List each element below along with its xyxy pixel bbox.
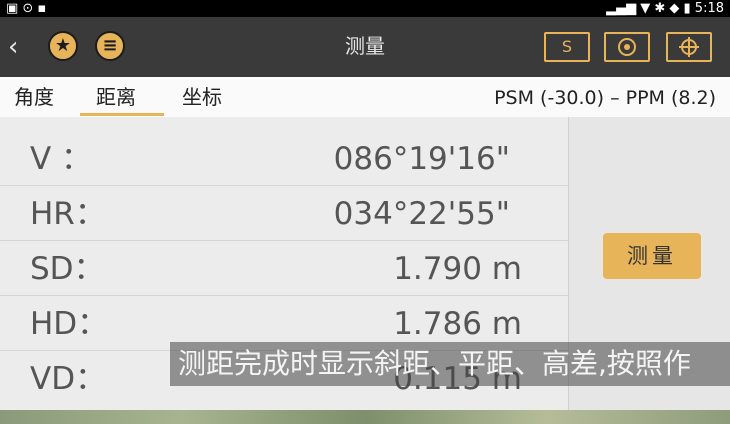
row-hr: HR： 034°22'55" (0, 186, 568, 241)
row-v: V ： 086°19'16" (0, 131, 568, 186)
tab-bar: 角度 距离 坐标 PSM (-30.0) – PPM (8.2) (0, 77, 730, 117)
label-sd: SD： (30, 251, 105, 287)
status-icons-left: ▣ ⊙ ▪ (6, 1, 47, 16)
active-tab-indicator (80, 113, 164, 116)
row-sd: SD： 1.790 m (0, 241, 568, 296)
label-hr: HR： (30, 196, 106, 232)
clock: 5:18 (694, 1, 724, 16)
bottom-background-strip (0, 410, 730, 424)
status-bar: ▣ ⊙ ▪ ▂▄▆ ▼ ✱ ◆ ▮ 5:18 (0, 0, 730, 17)
measure-button[interactable]: 测量 (603, 233, 701, 279)
value-hr: 034°22'55" (333, 196, 510, 232)
label-vd: VD： (30, 361, 107, 397)
tab-distance[interactable]: 距离 (96, 83, 136, 111)
measurement-content: V ： 086°19'16" HR： 034°22'55" SD： 1.790 … (0, 117, 730, 410)
value-hd: 1.786 m (393, 306, 522, 342)
prism-icon[interactable] (604, 32, 650, 62)
status-time: ▂▄▆ ▼ ✱ ◆ ▮ 5:18 (606, 1, 724, 16)
video-subtitle: 测距完成时显示斜距、平距、高差,按照作 (170, 342, 730, 386)
s-button[interactable]: S (544, 32, 590, 62)
target-icon[interactable] (666, 32, 712, 62)
label-hd: HD： (30, 306, 109, 342)
value-sd: 1.790 m (393, 251, 522, 287)
tab-coordinate[interactable]: 坐标 (182, 83, 222, 111)
psm-ppm-readout: PSM (-30.0) – PPM (8.2) (494, 87, 716, 109)
label-v: V ： (30, 141, 93, 177)
title-bar: ‹ ★ ≡ 测量 S (0, 17, 730, 77)
tab-angle[interactable]: 角度 (14, 83, 54, 111)
value-v: 086°19'16" (333, 141, 510, 177)
